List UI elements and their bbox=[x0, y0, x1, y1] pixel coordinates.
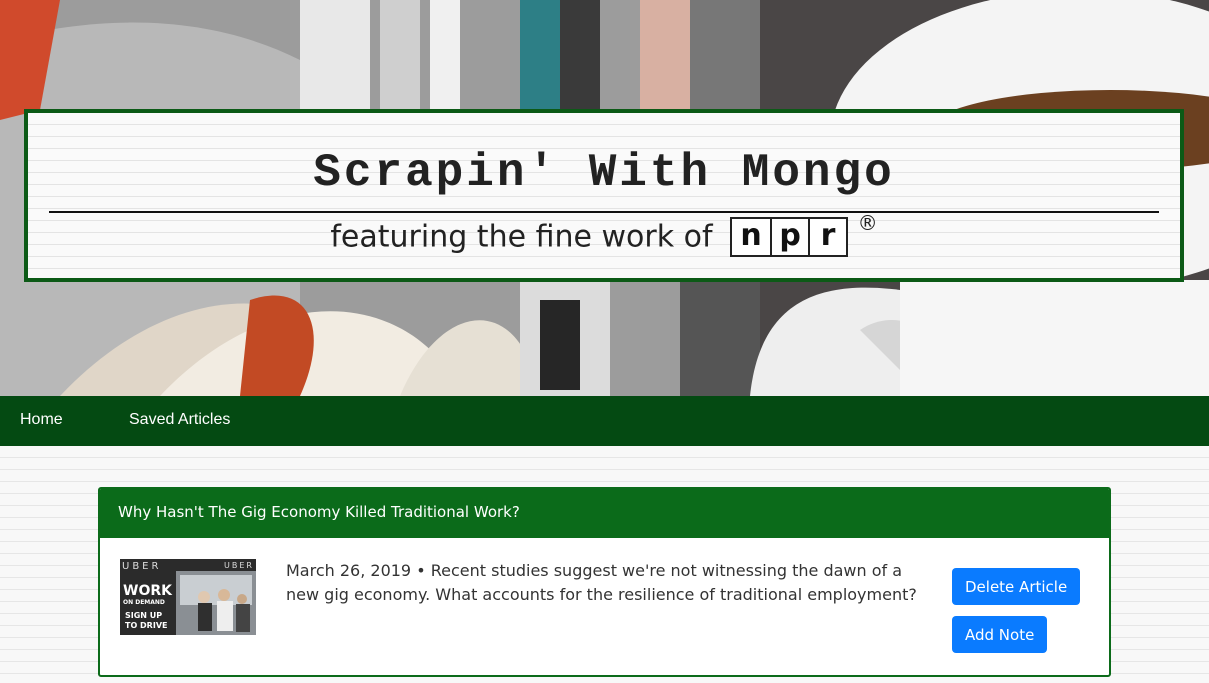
article-title[interactable]: Why Hasn't The Gig Economy Killed Tradit… bbox=[100, 489, 1109, 538]
article-card: Why Hasn't The Gig Economy Killed Tradit… bbox=[98, 487, 1111, 677]
registered-mark: ® bbox=[857, 211, 878, 235]
thumbnail-line4: TO DRIVE bbox=[125, 621, 168, 630]
thumbnail-brand-right: UBER bbox=[224, 561, 254, 570]
hero-banner: Scrapin' With Mongo featuring the fine w… bbox=[0, 0, 1209, 396]
npr-logo-letter-p: p bbox=[770, 219, 809, 255]
thumbnail-brand: UBER bbox=[122, 561, 162, 572]
nav-home-link[interactable]: Home bbox=[20, 411, 63, 429]
article-thumbnail[interactable]: UBER UBER WORK ON DEMAND SIGN UP TO DRIV… bbox=[120, 559, 256, 635]
nav-saved-articles-link[interactable]: Saved Articles bbox=[129, 411, 230, 429]
site-title-box: Scrapin' With Mongo featuring the fine w… bbox=[24, 109, 1184, 282]
thumbnail-line2: ON DEMAND bbox=[123, 599, 165, 606]
npr-logo-letter-n: n bbox=[732, 219, 771, 255]
articles-section: Why Hasn't The Gig Economy Killed Tradit… bbox=[0, 446, 1209, 683]
subtitle-text: featuring the fine work of bbox=[330, 219, 713, 255]
main-navbar: Home Saved Articles bbox=[0, 396, 1209, 446]
delete-article-button[interactable]: Delete Article bbox=[952, 568, 1081, 605]
thumbnail-line1: WORK bbox=[123, 583, 172, 599]
thumbnail-line3: SIGN UP bbox=[125, 611, 163, 620]
npr-logo: n p r bbox=[730, 217, 849, 257]
site-subtitle: featuring the fine work of n p r ® bbox=[28, 211, 1180, 257]
add-note-button[interactable]: Add Note bbox=[952, 616, 1048, 653]
npr-logo-letter-r: r bbox=[808, 219, 847, 255]
site-title: Scrapin' With Mongo bbox=[313, 147, 895, 199]
title-divider bbox=[49, 211, 1159, 213]
article-summary: March 26, 2019 • Recent studies suggest … bbox=[286, 561, 917, 604]
